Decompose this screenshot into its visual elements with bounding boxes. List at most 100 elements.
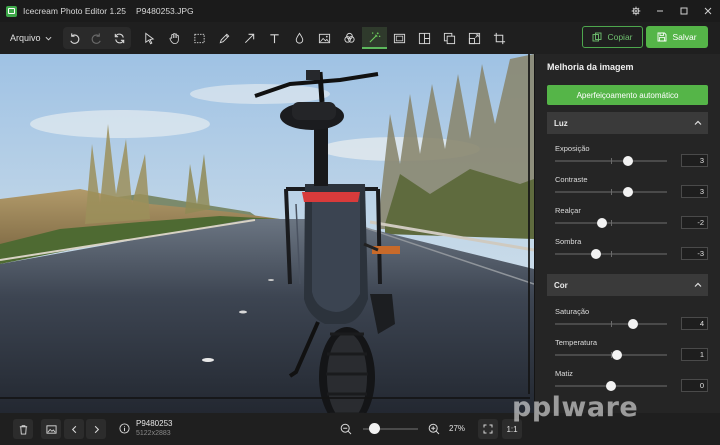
slider-highlight: Realçar -2	[555, 206, 708, 234]
image-adjust-icon	[318, 33, 331, 43]
image-tool[interactable]	[312, 27, 337, 49]
text-tool[interactable]	[262, 27, 287, 49]
save-button[interactable]: Salvar	[646, 26, 708, 48]
resize-icon	[468, 32, 481, 44]
value-field[interactable]: 3	[681, 154, 708, 167]
reset-button[interactable]	[109, 27, 131, 49]
crop-tool[interactable]	[487, 27, 512, 49]
image-canvas[interactable]	[0, 54, 534, 413]
select-icon	[145, 31, 155, 44]
panel-title: Melhoria da imagem	[547, 62, 634, 72]
slider-label: Sombra	[555, 237, 582, 246]
value-field[interactable]: 1	[681, 348, 708, 361]
slider-thumb[interactable]	[611, 350, 622, 360]
slider-track[interactable]	[555, 220, 667, 226]
marquee-tool[interactable]	[187, 27, 212, 49]
collage-tool[interactable]	[412, 27, 437, 49]
zoom-slider-thumb[interactable]	[369, 423, 380, 434]
resize-tool[interactable]	[462, 27, 487, 49]
slider-thumb[interactable]	[597, 218, 608, 228]
section-color-label: Cor	[554, 280, 568, 290]
copy-icon	[593, 32, 602, 42]
pen-tool[interactable]	[212, 27, 237, 49]
hand-tool[interactable]	[162, 27, 187, 49]
slider-exposure: Exposição 3	[555, 144, 708, 172]
auto-enhance-button[interactable]: Aperfeiçoamento automático	[547, 85, 708, 105]
file-title: P9480253.JPG	[136, 6, 194, 16]
slider-thumb[interactable]	[591, 249, 602, 259]
file-menu-button[interactable]: Arquivo	[10, 30, 52, 46]
enhance-tool[interactable]	[362, 27, 387, 49]
watermark: pplware	[512, 392, 639, 423]
settings-gear-icon[interactable]	[624, 0, 648, 22]
next-button[interactable]	[86, 419, 106, 439]
undo-button[interactable]	[63, 27, 85, 49]
section-header-light[interactable]: Luz	[547, 112, 708, 134]
slider-track[interactable]	[555, 321, 667, 327]
maximize-button[interactable]	[672, 0, 696, 22]
crop-select-icon	[194, 33, 205, 43]
fit-screen-icon	[483, 424, 493, 434]
section-header-color[interactable]: Cor	[547, 274, 708, 296]
delete-button[interactable]	[13, 419, 33, 439]
select-tool[interactable]	[137, 27, 162, 49]
zoom-level: 27%	[449, 424, 466, 433]
arrow-tool[interactable]	[237, 27, 262, 49]
slider-thumb[interactable]	[628, 319, 639, 329]
copy-button[interactable]: Copiar	[582, 26, 643, 48]
crop-edge-bottom	[0, 397, 530, 399]
info-icon[interactable]	[119, 423, 130, 434]
value-field[interactable]: 0	[681, 379, 708, 392]
value-field[interactable]: 3	[681, 185, 708, 198]
value-field[interactable]: -2	[681, 216, 708, 229]
hand-icon	[169, 32, 179, 44]
title-bar: Icecream Photo Editor 1.25 P9480253.JPG	[0, 0, 720, 22]
trash-icon	[19, 424, 27, 435]
value-field[interactable]: 4	[681, 317, 708, 330]
slider-track[interactable]	[555, 251, 667, 257]
blur-tool[interactable]	[287, 27, 312, 49]
gallery-icon	[45, 424, 57, 434]
drop-icon	[295, 32, 304, 44]
zoom-in-icon[interactable]	[428, 423, 440, 435]
file-name: P9480253	[136, 419, 173, 428]
refresh-icon	[114, 33, 125, 43]
slider-label: Realçar	[555, 206, 581, 215]
zoom-out-icon[interactable]	[340, 423, 352, 435]
gallery-button[interactable]	[41, 419, 61, 439]
chevron-up-icon	[694, 282, 702, 287]
fit-to-screen-button[interactable]	[478, 419, 498, 439]
redo-button[interactable]	[86, 27, 108, 49]
app-title: Icecream Photo Editor 1.25	[23, 6, 127, 16]
frame-tool[interactable]	[387, 27, 412, 49]
slider-thumb[interactable]	[622, 156, 633, 166]
slider-track[interactable]	[555, 158, 667, 164]
save-icon	[658, 32, 667, 42]
slider-track[interactable]	[555, 189, 667, 195]
crop-icon	[493, 32, 506, 44]
crop-edge-right	[528, 54, 530, 394]
slider-saturation: Saturação 4	[555, 307, 708, 335]
slider-shadow: Sombra -3	[555, 237, 708, 265]
minimize-button[interactable]	[648, 0, 672, 22]
value-field[interactable]: -3	[681, 247, 708, 260]
arrow-icon	[244, 33, 255, 43]
tool-strip	[137, 27, 512, 49]
slider-thumb[interactable]	[622, 187, 633, 197]
effects-icon	[344, 32, 355, 43]
effects-tool[interactable]	[337, 27, 362, 49]
chevron-down-icon	[45, 36, 52, 41]
slider-temperature: Temperatura 1	[555, 338, 708, 366]
previous-button[interactable]	[64, 419, 84, 439]
main-toolbar: Arquivo Copiar Salvar	[0, 22, 720, 54]
chevron-right-icon	[94, 425, 99, 433]
photo-bicycle-road	[0, 54, 534, 413]
copy-label: Copiar	[607, 32, 633, 42]
slider-thumb[interactable]	[606, 381, 616, 391]
file-menu-label: Arquivo	[10, 33, 41, 43]
close-button[interactable]	[696, 0, 720, 22]
chevron-left-icon	[71, 425, 76, 433]
layers-tool[interactable]	[437, 27, 462, 49]
frame-icon	[393, 33, 406, 43]
slider-label: Matiz	[555, 369, 573, 378]
